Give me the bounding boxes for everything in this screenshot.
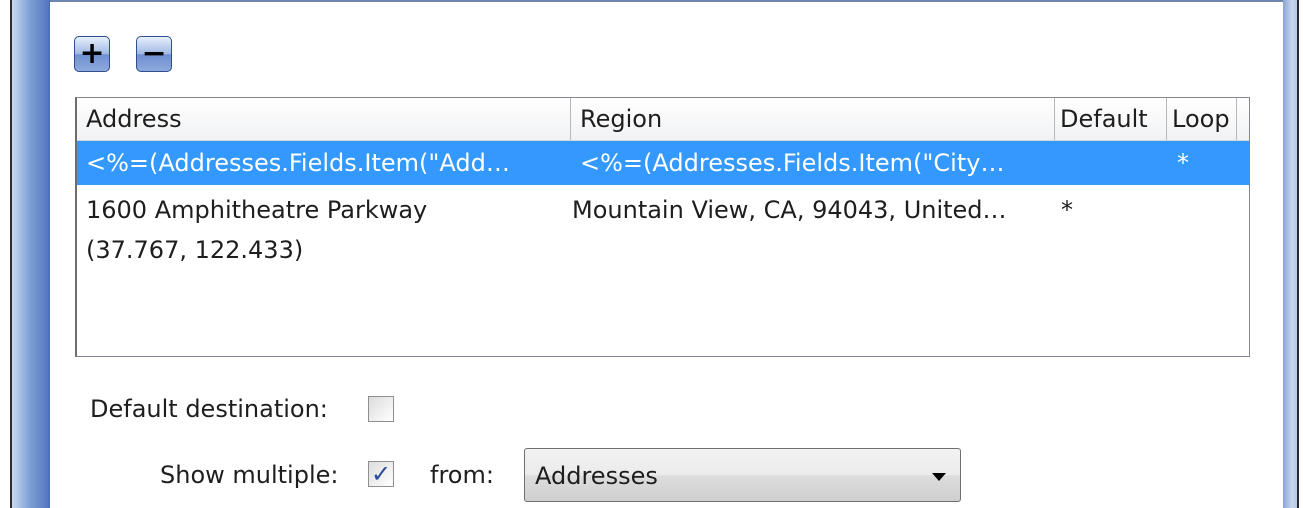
window-right-border [1283, 0, 1303, 508]
add-button[interactable]: + [74, 36, 110, 72]
show-multiple-checkbox[interactable]: ✓ [368, 461, 394, 487]
from-label: from: [430, 461, 494, 489]
dropdown-arrow-icon [932, 473, 946, 481]
table-row[interactable]: 1600 Amphitheatre Parkway (37.767, 122.4… [77, 188, 1249, 282]
address-panel: + − Address Region Default Loop <%=(Addr… [50, 0, 1283, 508]
plus-icon: + [79, 36, 105, 71]
cell-address: <%=(Addresses.Fields.Item("Add… [86, 149, 510, 177]
cell-address: 1600 Amphitheatre Parkway (37.767, 122.4… [86, 190, 566, 270]
check-icon: ✓ [370, 460, 392, 488]
default-destination-checkbox[interactable] [368, 396, 394, 422]
cell-region: <%=(Addresses.Fields.Item("City… [580, 149, 1005, 177]
default-destination-label: Default destination: [90, 395, 328, 423]
column-header-loop[interactable]: Loop [1167, 98, 1237, 140]
from-dropdown[interactable]: Addresses [524, 448, 961, 502]
list-header: Address Region Default Loop [77, 98, 1249, 141]
column-header-address[interactable]: Address [77, 98, 571, 140]
window-left-border [0, 0, 50, 508]
address-line-1: 1600 Amphitheatre Parkway [86, 196, 428, 224]
from-dropdown-value: Addresses [535, 462, 658, 490]
minus-icon: − [141, 36, 167, 71]
show-multiple-label: Show multiple: [160, 461, 339, 489]
address-line-2: (37.767, 122.433) [86, 236, 304, 264]
column-header-default[interactable]: Default [1055, 98, 1167, 140]
cell-region: Mountain View, CA, 94043, United… [572, 196, 1007, 224]
address-list[interactable]: Address Region Default Loop <%=(Addresse… [75, 97, 1250, 357]
column-header-region[interactable]: Region [571, 98, 1055, 140]
cell-loop: * [1177, 149, 1189, 177]
remove-button[interactable]: − [136, 36, 172, 72]
cell-default: * [1061, 196, 1073, 224]
table-row[interactable]: <%=(Addresses.Fields.Item("Add… <%=(Addr… [77, 141, 1249, 185]
